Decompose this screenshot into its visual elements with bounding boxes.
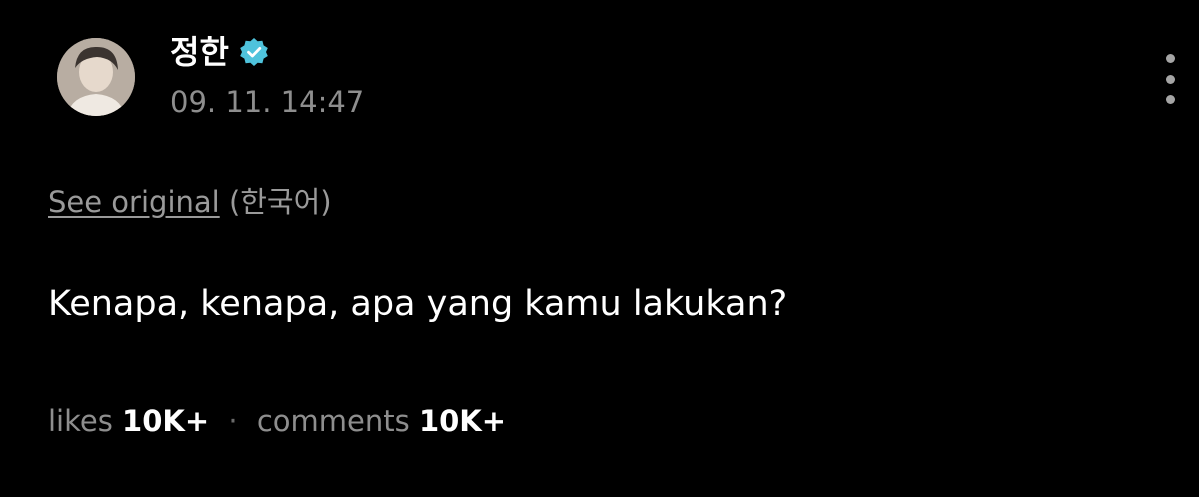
comments-label: comments [256, 404, 410, 438]
author-name[interactable]: 정한 [170, 32, 229, 72]
translation-row: See original (한국어) [48, 182, 332, 222]
post-stats: likes 10K+ · comments 10K+ [48, 401, 506, 441]
see-original-link[interactable]: See original [48, 185, 220, 219]
verified-check-icon [240, 38, 268, 66]
likes-label: likes [48, 404, 113, 438]
avatar[interactable] [57, 38, 135, 116]
more-dot [1165, 95, 1175, 104]
more-vertical-icon [1165, 54, 1175, 63]
likes-count[interactable]: 10K+ [122, 404, 209, 438]
author-row: 정한 [170, 32, 269, 72]
post-text: Kenapa, kenapa, apa yang kamu lakukan? [48, 284, 788, 324]
more-dot [1165, 74, 1175, 84]
original-language-label: (한국어) [228, 185, 332, 219]
more-options-button[interactable] [1155, 54, 1185, 104]
avatar-image [57, 38, 135, 116]
post-timestamp: 09. 11. 14:47 [170, 85, 365, 119]
comments-count[interactable]: 10K+ [419, 404, 506, 438]
stats-separator: · [228, 404, 238, 438]
